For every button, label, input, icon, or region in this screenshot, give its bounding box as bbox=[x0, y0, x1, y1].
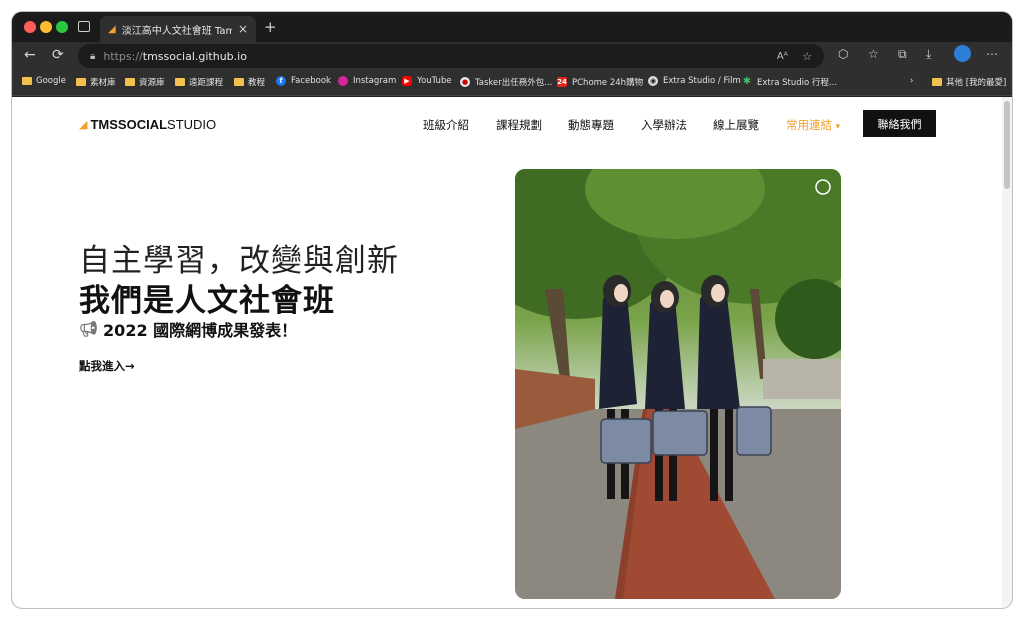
extra-studio-icon: ◉ bbox=[648, 76, 658, 86]
subheading: 📢︎ 2022 國際網博成果發表！ bbox=[79, 317, 297, 341]
instagram-icon bbox=[338, 76, 348, 86]
chevron-down-icon: ▾ bbox=[835, 122, 841, 132]
nav-admission[interactable]: 入學辦法 bbox=[641, 117, 687, 133]
bookmarks-bar: Google 素材庫 資源庫 遠距課程 教程 f Facebook Instagr… bbox=[12, 70, 1012, 96]
add-favorite-icon[interactable]: ☆ bbox=[802, 50, 812, 63]
subheading-text: 2022 國際網博成果發表！ bbox=[103, 321, 298, 340]
folder-icon bbox=[234, 78, 244, 86]
tasker-icon: ● bbox=[460, 77, 470, 87]
megaphone-icon: 📢︎ bbox=[79, 320, 99, 338]
bookmark-extra-studio-film[interactable]: ◉ Extra Studio / Film bbox=[648, 76, 741, 86]
nav-common-links-label: 常用連結 bbox=[786, 118, 832, 132]
new-tab-button[interactable]: + bbox=[264, 18, 277, 36]
profile-avatar[interactable] bbox=[954, 45, 971, 62]
favorites-icon[interactable]: ☆ bbox=[868, 47, 879, 61]
browser-window: ◢ 淡江高中人文社會班 Tamkang H × + ← ⟳ 🔒︎ https:/… bbox=[12, 12, 1012, 608]
close-window-button[interactable] bbox=[24, 21, 36, 33]
bookmark-label: 資源庫 bbox=[139, 78, 165, 88]
nav-curriculum[interactable]: 課程規劃 bbox=[496, 117, 542, 133]
close-tab-icon[interactable]: × bbox=[238, 22, 248, 36]
logo-text-bold: TMSSOCIAL bbox=[90, 117, 168, 132]
bookmark-label: 素材庫 bbox=[90, 78, 116, 88]
url-host: tmssocial.github.io bbox=[142, 49, 247, 63]
bookmark-label: Google bbox=[36, 76, 66, 86]
pchome-icon: 24 bbox=[557, 77, 567, 87]
hero-photo bbox=[515, 169, 841, 599]
folder-icon bbox=[125, 78, 135, 86]
headline-primary: 自主學習，改變與創新 bbox=[79, 243, 399, 279]
nav-features[interactable]: 動態專題 bbox=[568, 117, 614, 133]
youtube-icon: ▶ bbox=[402, 76, 412, 86]
bookmark-tasker[interactable]: ● Tasker出任務外包... bbox=[460, 76, 552, 88]
nav-common-links[interactable]: 常用連結 ▾ bbox=[786, 117, 840, 133]
scrollbar-thumb[interactable] bbox=[1004, 101, 1010, 189]
bookmark-folder-1[interactable]: 素材庫 bbox=[76, 76, 116, 88]
headline-secondary: 我們是人文社會班 bbox=[79, 283, 335, 319]
url-scheme: https:// bbox=[103, 49, 143, 63]
tab-title: 淡江高中人文社會班 Tamkang H bbox=[121, 25, 232, 37]
bookmark-label: Tasker出任務外包... bbox=[475, 78, 553, 88]
bookmark-google[interactable]: Google bbox=[22, 76, 66, 86]
folder-icon bbox=[932, 78, 942, 86]
contact-button[interactable]: 聯絡我們 bbox=[863, 110, 936, 137]
bookmark-label: Extra Studio / Film bbox=[663, 76, 741, 86]
bookmark-label: 遠距課程 bbox=[189, 78, 224, 88]
zoom-window-button[interactable] bbox=[56, 21, 68, 33]
minimize-window-button[interactable] bbox=[40, 21, 52, 33]
site-logo[interactable]: ◢ TMSSOCIAL STUDIO bbox=[79, 117, 216, 132]
folder-icon bbox=[175, 78, 185, 86]
bookmark-label: 其他 [我的最愛] bbox=[946, 78, 1007, 88]
bookmark-label: Facebook bbox=[291, 76, 331, 86]
bookmark-label: PChome 24h購物 bbox=[572, 78, 644, 88]
bookmark-label: YouTube bbox=[417, 76, 452, 86]
enter-link[interactable]: 點我進入→ bbox=[79, 358, 135, 374]
bookmark-label: 教程 bbox=[248, 78, 266, 88]
hero-illustration bbox=[515, 169, 841, 599]
toolbar: ← ⟳ 🔒︎ https:// tmssocial.github.io Aᴬ ☆… bbox=[12, 42, 1012, 70]
address-bar[interactable]: 🔒︎ https:// tmssocial.github.io Aᴬ ☆ bbox=[78, 44, 824, 68]
facebook-icon: f bbox=[276, 76, 286, 86]
browser-tab[interactable]: ◢ 淡江高中人文社會班 Tamkang H × bbox=[100, 16, 256, 42]
collections-icon[interactable]: ⧉ bbox=[898, 47, 907, 62]
favicon-icon: ◢ bbox=[108, 23, 116, 35]
more-menu-icon[interactable]: ⋯ bbox=[986, 47, 998, 61]
bookmark-other-favorites[interactable]: 其他 [我的最愛] bbox=[932, 76, 1006, 88]
logo-flame-icon: ◢ bbox=[79, 119, 88, 131]
bookmark-folder-2[interactable]: 資源庫 bbox=[125, 76, 165, 88]
refresh-icon[interactable]: ⟳ bbox=[52, 47, 64, 63]
bookmark-label: Extra Studio 行程... bbox=[757, 78, 838, 88]
lock-icon: 🔒︎ bbox=[90, 50, 96, 62]
nav-online-exhibition[interactable]: 線上展覽 bbox=[713, 117, 759, 133]
read-aloud-icon[interactable]: Aᴬ bbox=[777, 51, 788, 62]
bookmark-label: Instagram bbox=[353, 76, 397, 86]
bookmark-instagram[interactable]: Instagram bbox=[338, 76, 396, 86]
tab-actions-icon[interactable] bbox=[78, 21, 90, 32]
back-icon[interactable]: ← bbox=[24, 47, 36, 63]
page-scrollbar[interactable] bbox=[1002, 97, 1012, 608]
downloads-icon[interactable]: ⤓ bbox=[926, 47, 931, 62]
extensions-icon[interactable]: ⬡ bbox=[838, 47, 848, 61]
web-page: ◢ TMSSOCIAL STUDIO 班級介紹 課程規劃 動態專題 入學辦法 線上… bbox=[12, 97, 1012, 608]
bookmark-folder-4[interactable]: 教程 bbox=[234, 76, 265, 88]
folder-icon bbox=[76, 78, 86, 86]
logo-text-light: STUDIO bbox=[167, 117, 217, 132]
tab-bar: ◢ 淡江高中人文社會班 Tamkang H × + bbox=[12, 12, 1012, 42]
nav-class-intro[interactable]: 班級介紹 bbox=[423, 117, 469, 133]
bookmark-youtube[interactable]: ▶ YouTube bbox=[402, 76, 452, 86]
folder-icon bbox=[22, 77, 32, 85]
bookmark-facebook[interactable]: f Facebook bbox=[276, 76, 331, 86]
bookmark-folder-3[interactable]: 遠距課程 bbox=[175, 76, 223, 88]
bookmark-extra-studio-schedule[interactable]: ✱ Extra Studio 行程... bbox=[742, 76, 838, 89]
extra-studio-leaf-icon: ✱ bbox=[742, 76, 752, 87]
bookmark-pchome[interactable]: 24 PChome 24h購物 bbox=[557, 76, 643, 88]
more-bookmarks-chevron-icon[interactable]: › bbox=[910, 76, 913, 86]
